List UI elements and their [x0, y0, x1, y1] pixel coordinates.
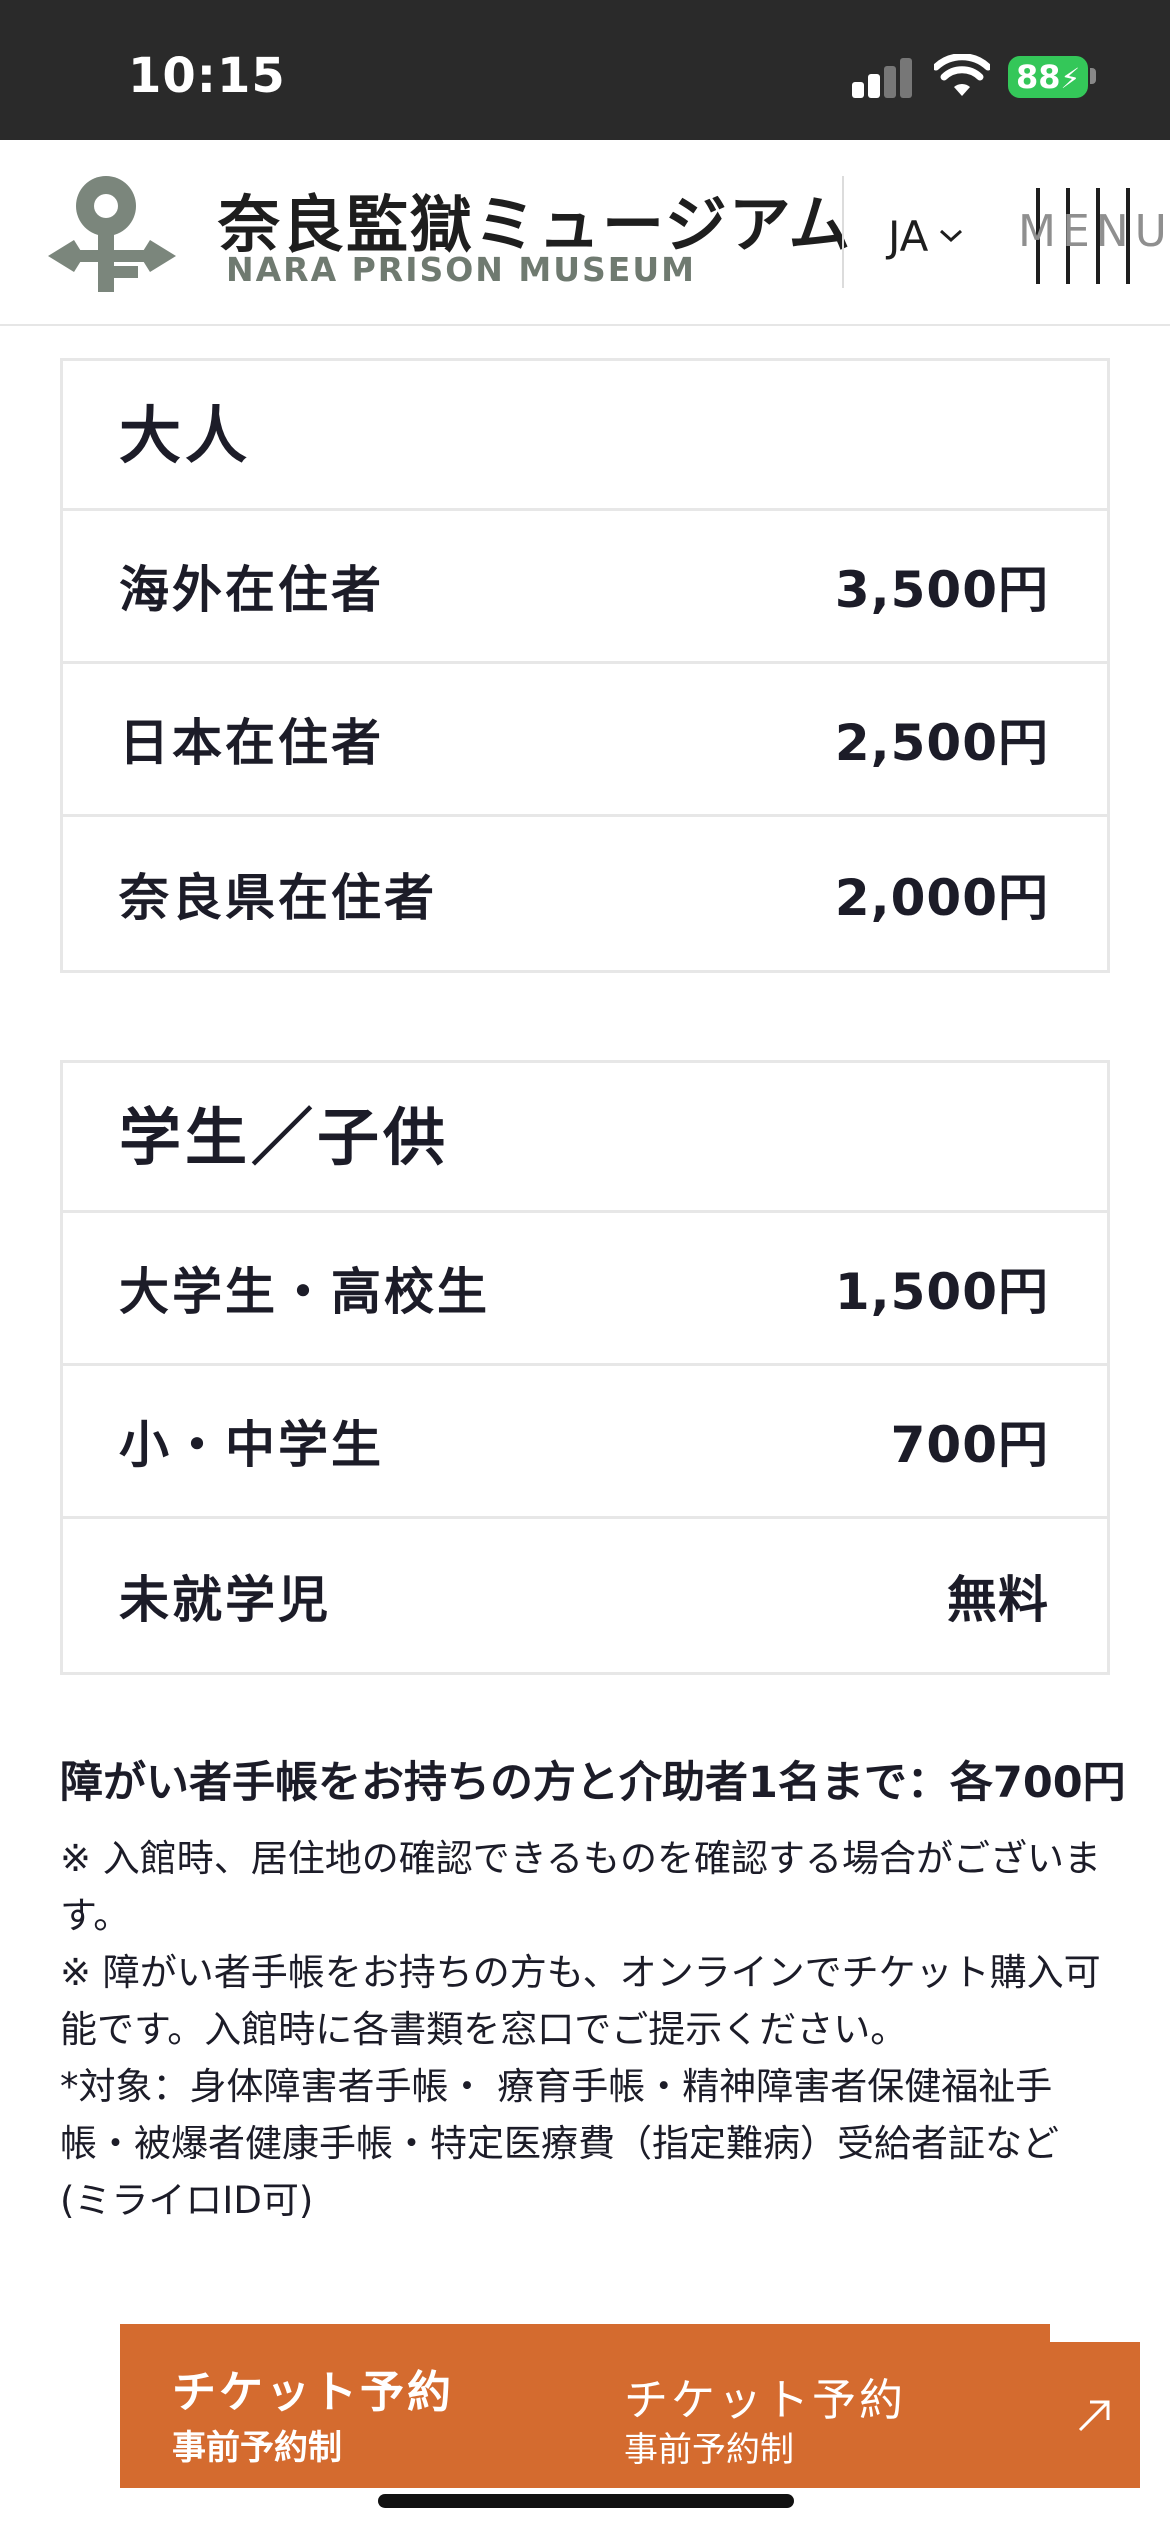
- price-label: 奈良県在住者: [119, 868, 437, 927]
- language-label: JA: [888, 211, 929, 261]
- price-row: 奈良県在住者 2,000円: [63, 817, 1107, 970]
- signal-icon: [852, 58, 914, 98]
- cta-subtitle: 事前予約制: [172, 2428, 342, 2468]
- price-label: 未就学児: [119, 1570, 331, 1629]
- menu-button[interactable]: MENU: [1018, 188, 1167, 284]
- disability-note: 障がい者手帳をお持ちの方と介助者1名まで：各700円: [60, 1758, 1126, 1808]
- card-heading: 学生／子供: [63, 1063, 1107, 1213]
- chevron-down-icon: [940, 229, 963, 243]
- note-item: *対象：身体障害者手帳・ 療育手帳・精神障害者保健福祉手帳・被爆者健康手帳・特定…: [60, 2065, 1059, 2222]
- battery-icon: 88⚡: [1008, 56, 1088, 98]
- price-row: 小・中学生 700円: [63, 1366, 1107, 1519]
- status-bar: 10:15 88⚡: [0, 0, 1170, 140]
- price-label: 大学生・高校生: [119, 1263, 490, 1321]
- cta-arrow-button[interactable]: [1050, 2342, 1140, 2488]
- key-logo-icon[interactable]: [44, 170, 180, 294]
- status-time: 10:15: [128, 48, 286, 104]
- site-header: 奈良監獄ミュージアム NARA PRISON MUSEUM JA MENU: [0, 140, 1170, 326]
- note-item: ※ 入館時、居住地の確認できるものを確認する場合がございます。: [60, 1837, 1102, 1937]
- price-row: 日本在住者 2,500円: [63, 664, 1107, 817]
- price-value: 3,500円: [834, 561, 1049, 619]
- ticket-reservation-button[interactable]: チケット予約 事前予約制 チケット予約 事前予約制: [120, 2324, 1050, 2488]
- card-heading: 大人: [63, 361, 1107, 511]
- price-label: 小・中学生: [119, 1416, 384, 1474]
- price-label: 日本在住者: [119, 714, 384, 772]
- external-arrow-icon: [1078, 2400, 1110, 2432]
- price-value: 無料: [947, 1570, 1049, 1629]
- price-value: 2,000円: [834, 868, 1049, 927]
- menu-label: MENU: [1018, 206, 1170, 257]
- logo-subtitle: NARA PRISON MUSEUM: [226, 250, 696, 289]
- adult-price-card: 大人 海外在住者 3,500円 日本在住者 2,500円 奈良県在住者 2,00…: [60, 358, 1110, 973]
- cta-subtitle-hover: 事前予約制: [624, 2430, 794, 2470]
- price-value: 1,500円: [834, 1263, 1049, 1321]
- price-value: 2,500円: [834, 714, 1049, 772]
- language-select[interactable]: JA: [888, 208, 964, 264]
- price-row: 未就学児 無料: [63, 1519, 1107, 1672]
- price-row: 大学生・高校生 1,500円: [63, 1213, 1107, 1366]
- battery-tip: [1090, 68, 1096, 84]
- header-divider: [842, 176, 844, 288]
- price-row: 海外在住者 3,500円: [63, 511, 1107, 664]
- cta-title-hover: チケット予約: [624, 2375, 906, 2426]
- note-item: ※ 障がい者手帳をお持ちの方も、オンラインでチケット購入可能です。入館時に各書類…: [60, 1951, 1101, 2051]
- home-indicator: [378, 2494, 794, 2508]
- battery-level: 88: [1016, 58, 1061, 96]
- cta-title: チケット予約: [172, 2367, 454, 2418]
- student-price-card: 学生／子供 大学生・高校生 1,500円 小・中学生 700円 未就学児 無料: [60, 1060, 1110, 1675]
- wifi-icon: [934, 54, 990, 96]
- price-value: 700円: [890, 1416, 1049, 1474]
- price-label: 海外在住者: [119, 561, 384, 619]
- notes: ※ 入館時、居住地の確認できるものを確認する場合がございます。 ※ 障がい者手帳…: [60, 1830, 1110, 2229]
